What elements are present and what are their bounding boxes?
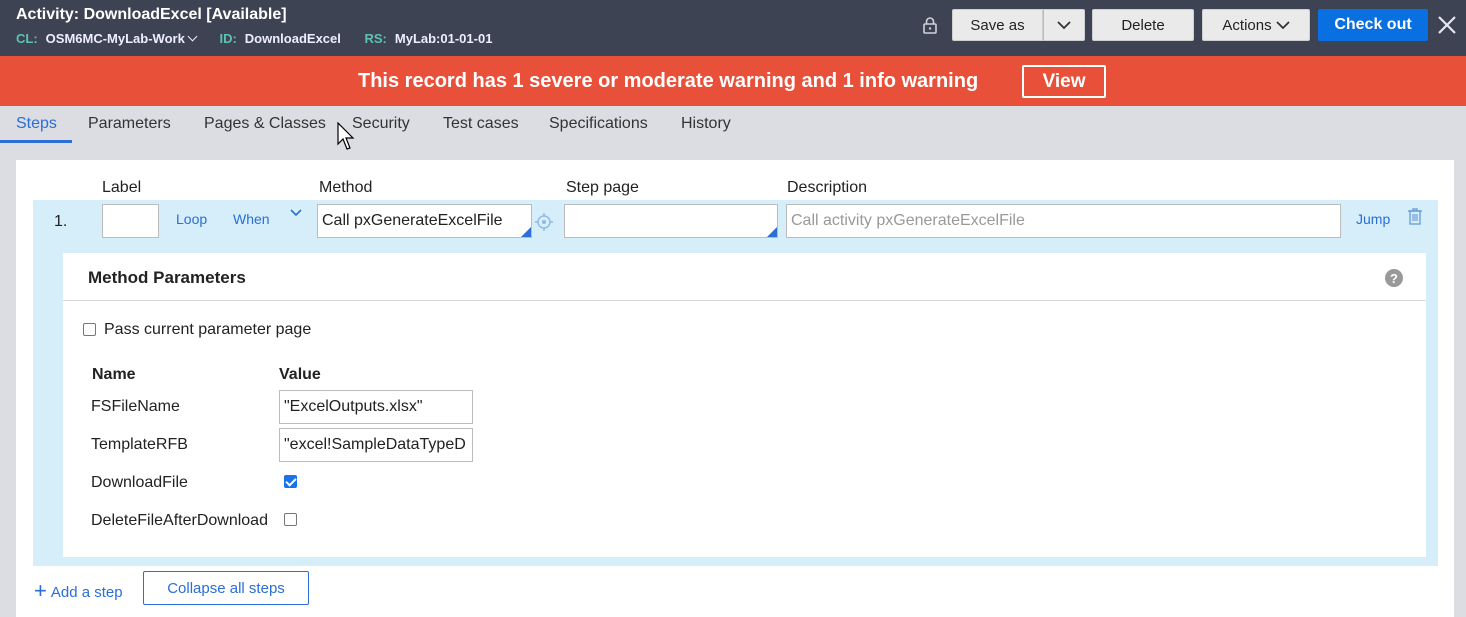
param-value-templaterfb[interactable]: "excel!SampleDataTypeD [279, 428, 473, 462]
id-value: DownloadExcel [244, 31, 341, 46]
cl-value-text: OSM6MC-MyLab-Work [45, 31, 185, 46]
autocomplete-corner-icon [521, 227, 531, 237]
tab-steps[interactable]: Steps [16, 115, 57, 133]
help-icon[interactable]: ? [1385, 269, 1403, 287]
param-name-downloadfile: DownloadFile [91, 474, 188, 491]
jump-link[interactable]: Jump [1356, 211, 1390, 227]
method-parameters-title: Method Parameters [88, 268, 246, 287]
delete-button[interactable]: Delete [1092, 9, 1194, 41]
rs-key: RS: [364, 31, 387, 46]
name-column-header: Name [92, 366, 136, 383]
param-name-templaterfb: TemplateRFB [91, 436, 188, 453]
tab-bar: Steps Parameters Pages & Classes Securit… [0, 106, 1466, 144]
chevron-down-icon [1057, 20, 1071, 29]
active-tab-indicator [0, 140, 72, 143]
value-column-header: Value [279, 366, 321, 383]
warning-banner: This record has 1 severe or moderate war… [0, 56, 1466, 106]
param-value-fsfilename[interactable]: "ExcelOutputs.xlsx" [279, 390, 473, 424]
description-column-header: Description [787, 179, 868, 196]
divider [63, 300, 1426, 301]
id-key: ID: [219, 31, 237, 46]
actions-label: Actions [1222, 16, 1272, 34]
description-input[interactable]: Call activity pxGenerateExcelFile [786, 204, 1341, 238]
step-label-input[interactable] [102, 204, 159, 238]
loop-link[interactable]: Loop [176, 211, 207, 227]
tab-specifications[interactable]: Specifications [549, 115, 648, 133]
tab-test-cases[interactable]: Test cases [443, 115, 519, 133]
warning-text: This record has 1 severe or moderate war… [358, 70, 979, 92]
tab-history[interactable]: History [681, 115, 731, 133]
crosshair-icon[interactable] [534, 212, 554, 232]
pass-current-parameter-page-label: Pass current parameter page [104, 321, 312, 338]
collapse-all-steps-button[interactable]: Collapse all steps [143, 571, 309, 605]
save-as-button[interactable]: Save as [952, 9, 1043, 41]
step-page-input[interactable] [564, 204, 778, 238]
lock-icon [923, 17, 937, 34]
record-header: Activity: DownloadExcel [Available] CL: O… [0, 0, 1466, 56]
param-name-deletefileafterdownload: DeleteFileAfterDownload [91, 512, 268, 529]
deletefileafterdownload-checkbox[interactable] [284, 513, 297, 526]
cl-value[interactable]: OSM6MC-MyLab-Work [45, 31, 198, 46]
record-title: Activity: DownloadExcel [Available] [16, 6, 287, 23]
downloadfile-checkbox[interactable] [284, 475, 297, 488]
plus-icon: + [34, 578, 47, 603]
method-input[interactable]: Call pxGenerateExcelFile [317, 204, 532, 238]
trash-icon[interactable] [1407, 207, 1423, 225]
add-step-link[interactable]: + Add a step [34, 578, 123, 605]
record-meta: CL: OSM6MC-MyLab-Work ID: DownloadExcel RS… [16, 31, 512, 46]
method-value: Call pxGenerateExcelFile [322, 212, 503, 229]
check-out-button[interactable]: Check out [1318, 9, 1428, 41]
view-warnings-button[interactable]: View [1022, 65, 1106, 98]
label-column-header: Label [102, 179, 142, 196]
cl-key: CL: [16, 31, 38, 46]
autocomplete-corner-icon [767, 227, 777, 237]
param-name-fsfilename: FSFileName [91, 398, 180, 415]
actions-button[interactable]: Actions [1202, 9, 1310, 41]
tab-security[interactable]: Security [352, 115, 410, 133]
rs-value: MyLab:01-01-01 [394, 31, 493, 46]
tab-parameters[interactable]: Parameters [88, 115, 171, 133]
when-link[interactable]: When [233, 211, 270, 227]
step-page-column-header: Step page [566, 179, 639, 196]
tab-pages-classes[interactable]: Pages & Classes [204, 115, 326, 133]
close-icon[interactable] [1436, 14, 1458, 36]
mouse-cursor-icon [337, 122, 355, 150]
chevron-down-icon[interactable] [290, 208, 302, 218]
chevron-down-icon [1275, 20, 1290, 29]
step-number: 1. [54, 213, 68, 230]
chevron-down-icon [187, 31, 198, 42]
save-as-dropdown-button[interactable] [1043, 9, 1085, 41]
pass-current-parameter-page-checkbox[interactable] [83, 323, 96, 336]
method-column-header: Method [319, 179, 373, 196]
add-step-label: Add a step [50, 583, 123, 601]
